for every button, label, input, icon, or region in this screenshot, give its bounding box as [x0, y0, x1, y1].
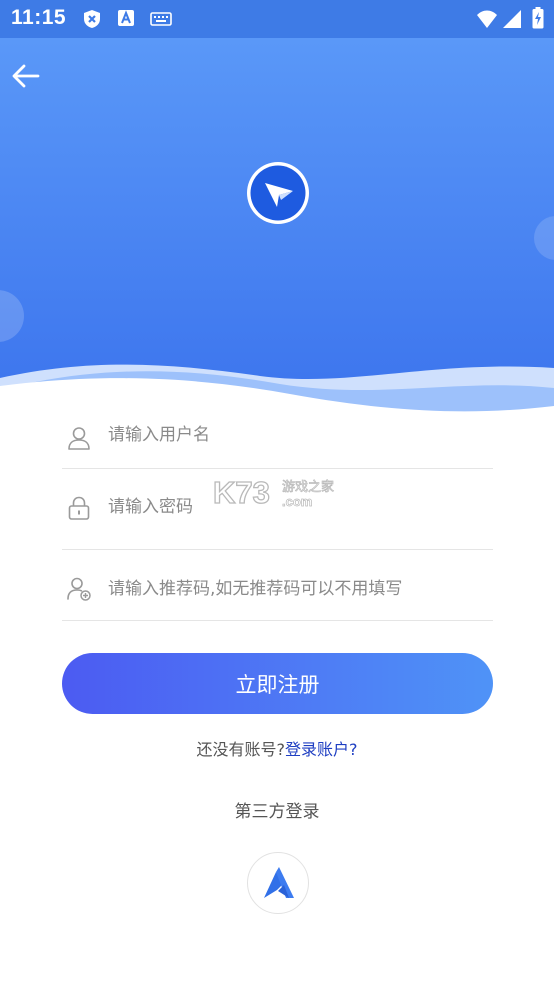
third-party-login-title: 第三方登录 [234, 802, 320, 822]
status-time: 11:15 [11, 6, 67, 29]
login-prompt: 还没有账号?登录账户? [0, 736, 554, 760]
referral-code-input[interactable] [108, 579, 478, 599]
app-logo-icon [247, 162, 309, 224]
status-bar: 11:15 [0, 0, 554, 38]
battery-charging-icon [532, 7, 544, 29]
login-question-text: 还没有账号? [196, 740, 286, 759]
third-party-login-button[interactable] [247, 852, 309, 914]
referral-row [62, 550, 493, 621]
k73-watermark-logo: K73 游戏之家 .com [213, 474, 334, 510]
username-row [62, 398, 493, 469]
third-party-logo-icon [264, 867, 294, 898]
font-badge-icon [118, 10, 134, 26]
watermark-text-cn: 游戏之家 [282, 479, 334, 495]
username-input[interactable] [108, 425, 478, 445]
keyboard-icon [150, 12, 172, 26]
header-banner [0, 38, 554, 418]
lock-icon [68, 496, 90, 520]
signal-icon [503, 10, 521, 28]
user-icon [68, 427, 90, 450]
back-arrow-icon[interactable] [6, 56, 46, 96]
add-user-icon [67, 577, 91, 601]
watermark-text-en: .com [282, 494, 312, 509]
login-link[interactable]: 登录账户? [285, 740, 358, 759]
wifi-icon [477, 10, 497, 28]
watermark-brand: K73 [213, 475, 270, 510]
close-badge-icon [84, 10, 100, 28]
register-button[interactable]: 立即注册 [62, 653, 493, 714]
